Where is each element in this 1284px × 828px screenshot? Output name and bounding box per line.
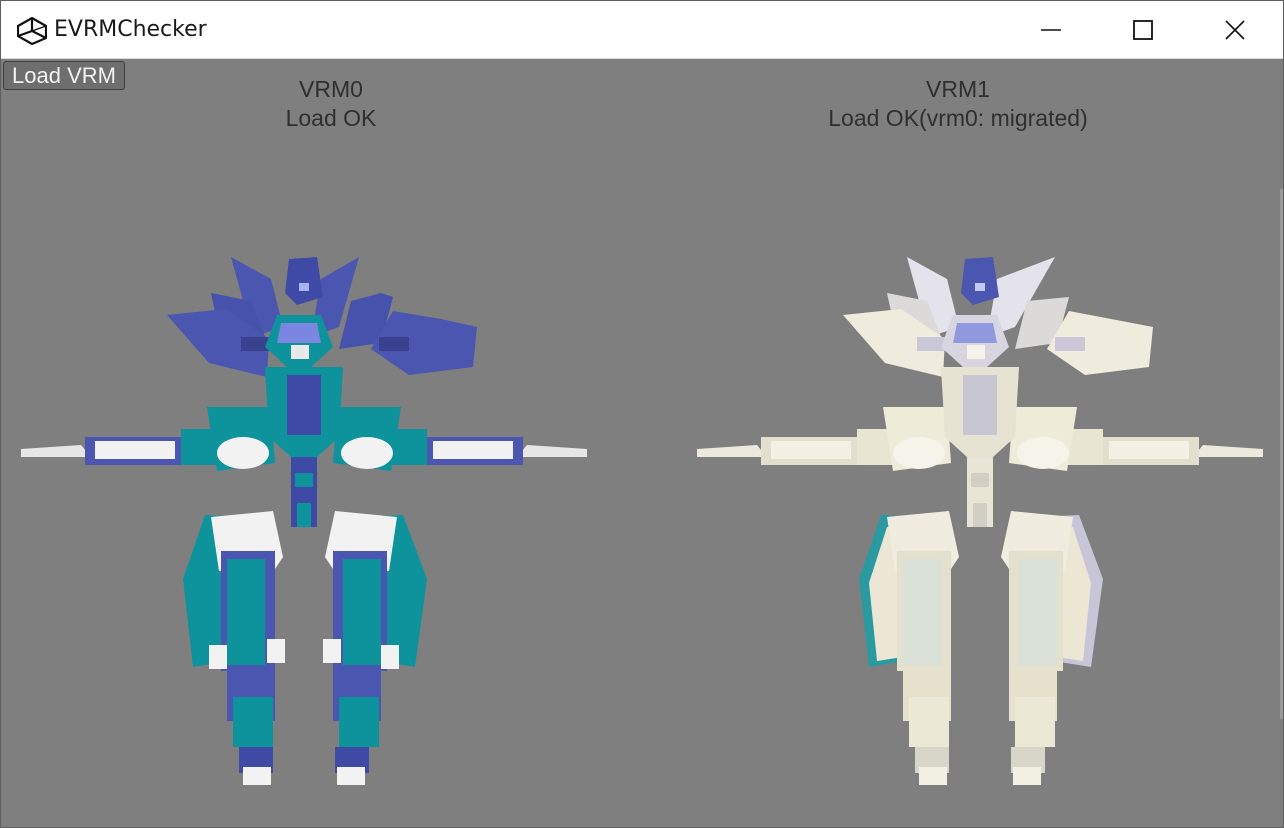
close-icon	[1225, 19, 1245, 40]
app-window: EVRMChecker Load VRM VRM0 Load OK VRM1 L…	[0, 0, 1284, 828]
unity-logo-icon	[17, 17, 47, 45]
vrm1-title: VRM1	[926, 76, 990, 102]
vrm0-title: VRM0	[299, 76, 363, 102]
vrm0-model	[21, 257, 587, 785]
viewport[interactable]: Load VRM VRM0 Load OK VRM1 Load OK(vrm0:…	[1, 59, 1283, 827]
title-bar[interactable]: EVRMChecker	[1, 1, 1283, 59]
maximize-icon	[1133, 19, 1153, 40]
scrollbar[interactable]	[1280, 189, 1283, 719]
close-button[interactable]	[1189, 1, 1281, 58]
vrm0-label: VRM0 Load OK	[181, 75, 481, 133]
maximize-button[interactable]	[1097, 1, 1189, 58]
vrm1-label: VRM1 Load OK(vrm0: migrated)	[758, 75, 1158, 133]
minimize-button[interactable]	[1005, 1, 1097, 58]
vrm0-status: Load OK	[285, 105, 377, 131]
minimize-icon	[1041, 28, 1061, 31]
load-vrm-button[interactable]: Load VRM	[3, 61, 125, 90]
vrm1-status: Load OK(vrm0: migrated)	[828, 105, 1088, 131]
vrm1-model	[697, 257, 1263, 785]
window-title: EVRMChecker	[54, 17, 207, 42]
